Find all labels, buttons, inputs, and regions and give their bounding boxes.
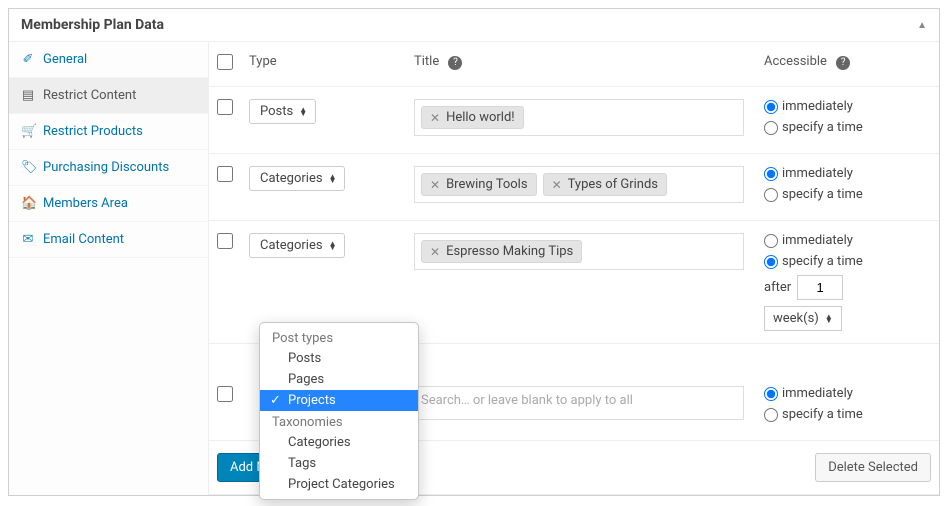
sidebar: ✐ General ▤ Restrict Content 🛒 Restrict …: [9, 42, 209, 495]
dropdown-item[interactable]: ✓ Projects: [260, 390, 418, 411]
wrench-icon: ✐: [21, 52, 35, 67]
col-accessible: Accessible ?: [756, 42, 939, 87]
collapse-toggle-icon[interactable]: ▲: [917, 20, 927, 31]
check-icon: ✓: [270, 393, 281, 408]
dropdown-item[interactable]: Project Categories: [260, 474, 418, 495]
sidebar-item-label: Restrict Products: [43, 124, 143, 139]
after-label: after: [764, 280, 791, 295]
title-tags[interactable]: ✕ Espresso Making Tips: [414, 233, 744, 270]
dropdown-group: Taxonomies: [260, 411, 418, 432]
dropdown-item[interactable]: Pages: [260, 369, 418, 390]
tag[interactable]: ✕ Hello world!: [421, 106, 524, 129]
sidebar-item-label: Members Area: [43, 196, 128, 211]
sidebar-item-label: Purchasing Discounts: [43, 160, 169, 175]
access-immediately[interactable]: immediately: [764, 233, 931, 248]
radio-specify[interactable]: [764, 121, 778, 135]
panel-header: Membership Plan Data ▲: [9, 9, 939, 42]
chevron-updown-icon: ▲▼: [329, 175, 337, 183]
remove-tag-icon[interactable]: ✕: [430, 245, 440, 259]
sidebar-item-label: Restrict Content: [43, 88, 136, 103]
chevron-updown-icon: ▲▼: [329, 242, 337, 250]
tag[interactable]: ✕ Brewing Tools: [421, 173, 537, 196]
remove-tag-icon[interactable]: ✕: [430, 111, 440, 125]
radio-specify[interactable]: [764, 408, 778, 422]
title-tags[interactable]: ✕ Brewing Tools ✕ Types of Grinds: [414, 166, 744, 203]
panel-title: Membership Plan Data: [21, 17, 164, 33]
mail-icon: ✉: [21, 232, 35, 247]
sidebar-item-label: Email Content: [43, 232, 124, 247]
tag-icon: 🏷: [21, 160, 35, 175]
access-specify[interactable]: specify a time: [764, 120, 931, 135]
radio-immediately[interactable]: [764, 100, 778, 114]
radio-specify[interactable]: [764, 255, 778, 269]
sidebar-item-purchasing-discounts[interactable]: 🏷 Purchasing Discounts: [9, 150, 208, 186]
sidebar-item-label: General: [43, 52, 87, 67]
tag[interactable]: ✕ Espresso Making Tips: [421, 240, 582, 263]
title-placeholder: Search… or leave blank to apply to all: [421, 393, 633, 413]
radio-immediately[interactable]: [764, 387, 778, 401]
after-unit-select[interactable]: week(s) ▲▼: [764, 306, 842, 331]
sidebar-item-email-content[interactable]: ✉ Email Content: [9, 222, 208, 258]
access-immediately[interactable]: immediately: [764, 99, 931, 114]
tag[interactable]: ✕ Types of Grinds: [543, 173, 667, 196]
access-immediately[interactable]: immediately: [764, 386, 931, 401]
type-select[interactable]: Categories ▲▼: [249, 233, 345, 258]
col-type: Type: [241, 42, 406, 87]
type-dropdown[interactable]: Post types Posts Pages ✓ Projects Taxono…: [259, 322, 419, 500]
access-specify[interactable]: specify a time: [764, 254, 931, 269]
col-title: Title ?: [406, 42, 756, 87]
after-number-input[interactable]: [797, 275, 843, 300]
membership-panel: Membership Plan Data ▲ ✐ General ▤ Restr…: [8, 8, 940, 496]
dropdown-item[interactable]: Tags: [260, 453, 418, 474]
dropdown-item[interactable]: Posts: [260, 348, 418, 369]
table-row: Posts ▲▼ ✕ Hello world!: [209, 87, 939, 154]
row-checkbox[interactable]: [217, 233, 233, 249]
delete-selected-button[interactable]: Delete Selected: [815, 453, 931, 482]
home-icon: 🏠: [21, 196, 35, 211]
sidebar-item-restrict-products[interactable]: 🛒 Restrict Products: [9, 114, 208, 150]
remove-tag-icon[interactable]: ✕: [430, 178, 440, 192]
dropdown-item[interactable]: Categories: [260, 432, 418, 453]
remove-tag-icon[interactable]: ✕: [552, 178, 562, 192]
type-select[interactable]: Posts ▲▼: [249, 99, 316, 124]
row-checkbox[interactable]: [217, 99, 233, 115]
content-icon: ▤: [21, 88, 35, 103]
select-all-checkbox[interactable]: [217, 54, 233, 70]
access-specify[interactable]: specify a time: [764, 407, 931, 422]
row-checkbox[interactable]: [217, 166, 233, 182]
dropdown-group: Post types: [260, 327, 418, 348]
radio-immediately[interactable]: [764, 234, 778, 248]
row-checkbox[interactable]: [217, 386, 233, 402]
cart-icon: 🛒: [21, 124, 35, 139]
chevron-updown-icon: ▲▼: [299, 108, 307, 116]
help-icon[interactable]: ?: [836, 56, 850, 70]
access-specify[interactable]: specify a time: [764, 187, 931, 202]
table-row: Categories ▲▼ ✕ Brewing Tools: [209, 154, 939, 221]
sidebar-item-restrict-content[interactable]: ▤ Restrict Content: [9, 78, 208, 114]
help-icon[interactable]: ?: [448, 56, 462, 70]
sidebar-item-members-area[interactable]: 🏠 Members Area: [9, 186, 208, 222]
type-select[interactable]: Categories ▲▼: [249, 166, 345, 191]
radio-specify[interactable]: [764, 188, 778, 202]
title-tags[interactable]: Search… or leave blank to apply to all: [414, 386, 744, 420]
access-immediately[interactable]: immediately: [764, 166, 931, 181]
radio-immediately[interactable]: [764, 167, 778, 181]
sidebar-item-general[interactable]: ✐ General: [9, 42, 208, 78]
rules-area: Type Title ? Accessible ?: [209, 42, 939, 495]
chevron-updown-icon: ▲▼: [825, 315, 833, 323]
title-tags[interactable]: ✕ Hello world!: [414, 99, 744, 136]
